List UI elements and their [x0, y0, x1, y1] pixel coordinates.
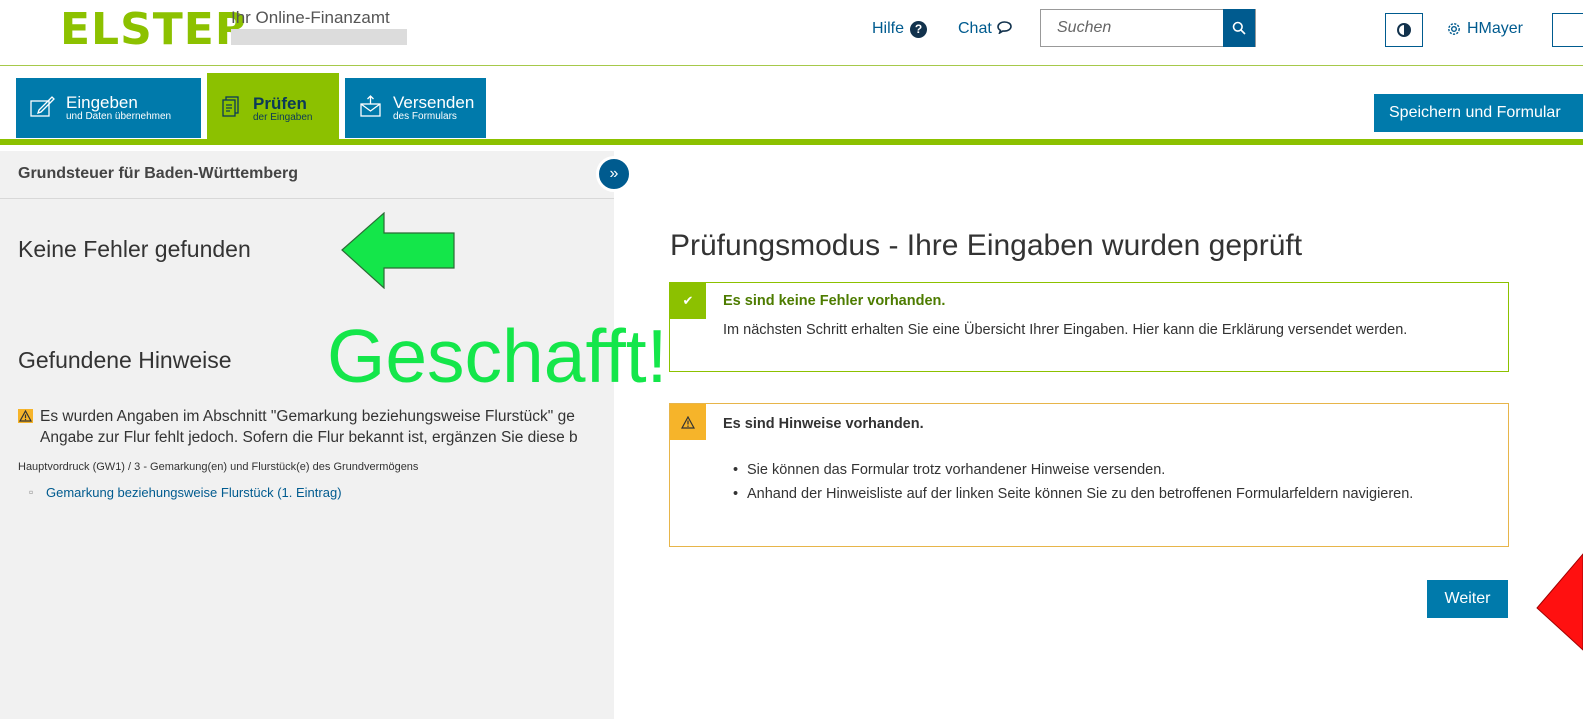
chat-bubble-icon [996, 21, 1012, 37]
sidebar-form-title: Grundsteuer für Baden-Württemberg [0, 151, 614, 199]
hint-message: Es wurden Angaben im Abschnitt "Gemarkun… [40, 406, 614, 448]
question-icon: ? [910, 20, 928, 38]
hints-list-item: Anhand der Hinweisliste auf der linken S… [723, 484, 1463, 505]
checkmark-icon: ✔ [670, 283, 706, 319]
hint-message-line-1: Es wurden Angaben im Abschnitt "Gemarkun… [40, 408, 575, 425]
help-link[interactable]: Hilfe ? [872, 20, 928, 38]
gear-icon [1448, 23, 1460, 35]
hints-list: Sie können das Formular trotz vorhandene… [723, 460, 1463, 508]
hints-heading: Gefundene Hinweise [18, 347, 232, 373]
green-arrow-annotation [341, 212, 455, 289]
search-button[interactable] [1223, 9, 1255, 47]
collapse-sidebar-button[interactable]: » [596, 156, 632, 192]
contrast-icon [1397, 23, 1411, 37]
logout-button[interactable] [1552, 13, 1583, 47]
warning-icon [18, 409, 33, 423]
search-icon [1232, 21, 1246, 35]
step-versenden-title: Versenden [393, 92, 475, 112]
user-name: HMayer [1467, 20, 1524, 37]
send-envelope-icon [359, 94, 383, 122]
search-box [1040, 9, 1256, 47]
hints-message-box: Es sind Hinweise vorhanden. Sie können d… [669, 403, 1509, 547]
edit-form-icon [30, 94, 56, 122]
step-eingeben-subtitle: und Daten übernehmen [66, 110, 172, 122]
step-eingeben[interactable]: Eingeben und Daten übernehmen [16, 78, 201, 138]
success-title: Es sind keine Fehler vorhanden. [723, 293, 946, 309]
search-input[interactable] [1041, 10, 1223, 46]
step-eingeben-title: Eingeben [66, 92, 138, 112]
save-form-button[interactable]: Speichern und Formular [1374, 94, 1583, 132]
next-button[interactable]: Weiter [1427, 580, 1508, 618]
step-pruefen-title: Prüfen [253, 93, 307, 113]
hint-form-path: Hauptvordruck (GW1) / 3 - Gemarkung(en) … [18, 461, 419, 473]
success-text: Im nächsten Schritt erhalten Sie eine Üb… [723, 322, 1408, 338]
hint-message-line-2: Angabe zur Flur fehlt jedoch. Sofern die… [40, 429, 578, 446]
user-menu[interactable]: HMayer [1447, 20, 1523, 38]
hints-title: Es sind Hinweise vorhanden. [723, 416, 924, 432]
chat-link[interactable]: Chat [958, 20, 1012, 38]
tagline-placeholder-bar [231, 29, 407, 45]
step-pruefen-subtitle: der Eingaben [253, 111, 313, 123]
no-errors-heading: Keine Fehler gefunden [18, 236, 251, 262]
step-pruefen[interactable]: Prüfen der Eingaben [207, 73, 339, 145]
hints-list-item: Sie können das Formular trotz vorhandene… [723, 460, 1463, 481]
geschafft-annotation: Geschafft! [327, 314, 668, 398]
help-label: Hilfe [872, 20, 905, 37]
step-versenden[interactable]: Versenden des Formulars [345, 78, 486, 138]
success-message-box: ✔ Es sind keine Fehler vorhanden. Im näc… [669, 282, 1509, 372]
logo-tagline: Ihr Online-Finanzamt [231, 8, 390, 27]
check-document-icon [221, 95, 243, 123]
elster-logo[interactable]: ELSTER [60, 4, 250, 56]
hint-field-link[interactable]: Gemarkung beziehungsweise Flurstück (1. … [29, 485, 342, 500]
chat-label: Chat [958, 20, 992, 37]
form-toolbar: Eingeben und Daten übernehmen Prüfen der… [0, 67, 1583, 145]
page-title: Prüfungsmodus - Ihre Eingaben wurden gep… [670, 229, 1303, 262]
site-header: ELSTER Ihr Online-Finanzamt Hilfe ? Chat… [0, 0, 1583, 66]
warning-triangle-icon [670, 404, 706, 440]
step-versenden-subtitle: des Formulars [393, 110, 457, 122]
red-arrow-annotation [1536, 553, 1583, 651]
double-chevron-right-icon: » [609, 165, 619, 182]
contrast-toggle-button[interactable] [1385, 13, 1423, 47]
